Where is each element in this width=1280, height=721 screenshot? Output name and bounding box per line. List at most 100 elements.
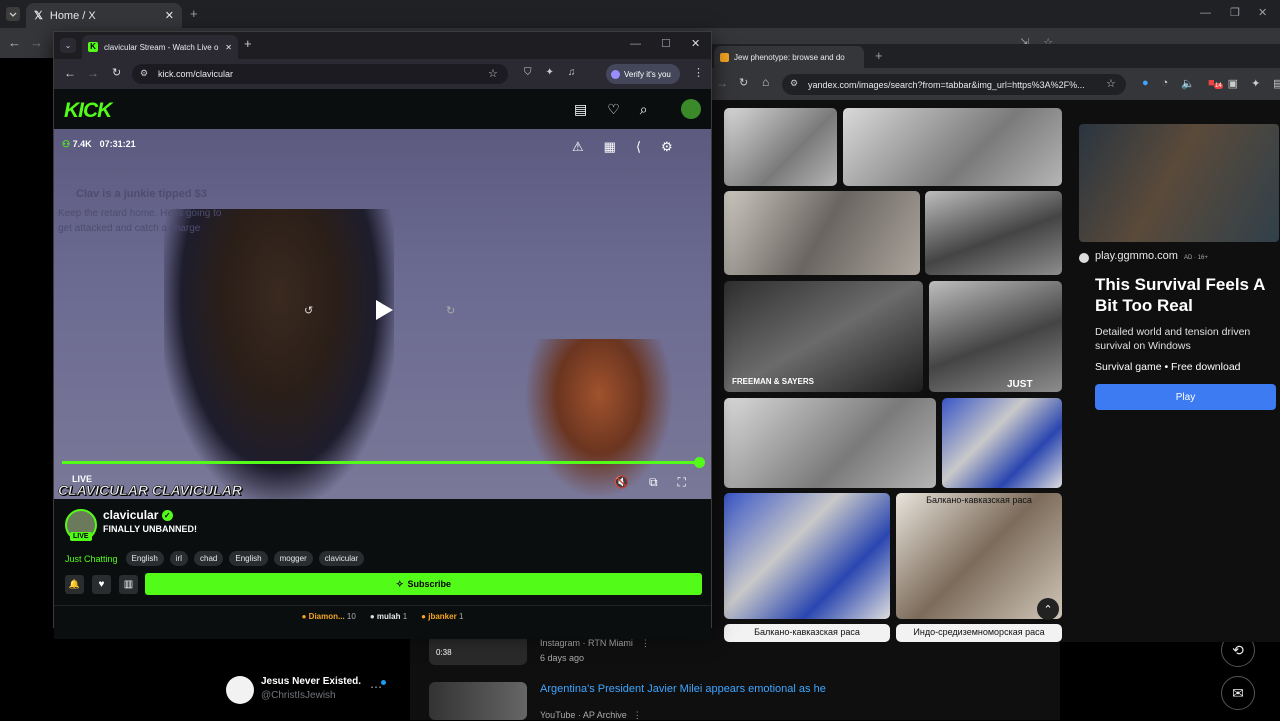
copilot-icon[interactable]: ◔ (1162, 77, 1169, 90)
tag[interactable]: clavicular (318, 551, 365, 566)
result-image[interactable] (724, 191, 920, 275)
verify-button[interactable]: Verify it's you (606, 64, 680, 84)
back-icon[interactable]: ← (8, 35, 21, 50)
result-image[interactable]: Балкано-кавказская раса (724, 624, 890, 642)
post-author[interactable]: Jesus Never Existed. (261, 676, 361, 687)
result-image[interactable] (724, 398, 936, 488)
gifter-item[interactable]: ● mulah 1 (370, 612, 407, 621)
close-icon[interactable]: ✕ (225, 43, 232, 52)
mute-icon[interactable]: 🔇 (614, 475, 629, 490)
gift-button[interactable]: ▥ (119, 575, 138, 594)
ad-play-button[interactable]: Play (1095, 384, 1276, 410)
result-image[interactable] (843, 108, 1062, 186)
notify-button[interactable]: 🔔 (65, 575, 84, 594)
back-icon[interactable]: ← (64, 66, 76, 80)
result-image[interactable]: FREEMAN & SAYERS (724, 281, 923, 392)
extensions-icon[interactable]: ✦ (546, 67, 554, 78)
edge-icon[interactable]: ● (1142, 77, 1149, 90)
ad-domain[interactable]: play.ggmmo.com AD · 16+ (1095, 250, 1208, 262)
new-tab-icon[interactable]: + (190, 6, 198, 21)
messages-icon[interactable]: ✉ (1221, 676, 1255, 710)
tab-search-icon[interactable] (6, 7, 20, 21)
maximize-icon[interactable]: ❐ (1230, 6, 1240, 19)
site-info-icon[interactable]: ⚙ (790, 78, 798, 89)
tag[interactable]: irl (169, 551, 188, 566)
pip-icon[interactable]: ⧉ (649, 475, 658, 490)
result-image[interactable] (724, 108, 837, 186)
tag[interactable]: English (229, 551, 268, 566)
tab-list-icon[interactable]: ⌄ (60, 38, 76, 53)
menu-icon[interactable]: ⋮ (693, 66, 704, 79)
forward-icon[interactable]: → (87, 66, 99, 80)
channel-name[interactable]: clavicular ✓ (103, 508, 173, 522)
close-window-icon[interactable]: ✕ (691, 37, 700, 50)
follow-button[interactable]: ♥ (92, 575, 111, 594)
tag[interactable]: mogger (273, 551, 313, 566)
subscribe-button[interactable]: ✧ Subscribe (145, 573, 702, 595)
clip-icon[interactable]: ▦ (604, 139, 616, 155)
category-link[interactable]: Just Chatting (65, 554, 118, 564)
kick-url-field[interactable]: ⚙ kick.com/clavicular ☆ (132, 64, 508, 84)
minimize-icon[interactable]: — (1200, 7, 1211, 19)
yandex-url-field[interactable]: ⚙ yandex.com/images/search?from=tabbar&i… (782, 74, 1126, 95)
result-image[interactable]: Балкано-кавказская раса (896, 493, 1062, 619)
site-info-icon[interactable]: ⚙ (140, 68, 148, 79)
home-icon[interactable]: ⌂ (762, 75, 769, 89)
settings-icon[interactable]: ⚙ (661, 139, 673, 155)
more-icon[interactable]: ⋮ (633, 710, 642, 721)
reader-icon[interactable]: ▣ (1228, 77, 1238, 90)
star-icon[interactable]: ☆ (488, 67, 498, 80)
avatar[interactable] (681, 99, 701, 119)
reload-icon[interactable]: ↻ (739, 76, 748, 89)
heart-icon[interactable]: ♡ (607, 101, 620, 118)
yandex-tab[interactable]: Jew phenotype: browse and do (714, 46, 864, 68)
media-icon[interactable]: ♫ (568, 67, 576, 78)
rewind-icon[interactable]: ↺ (304, 304, 313, 317)
forward-icon[interactable]: → (716, 76, 728, 90)
video-title[interactable]: Argentina's President Javier Milei appea… (540, 683, 826, 695)
progress-bar[interactable] (62, 461, 702, 464)
following-icon[interactable]: ▤ (574, 101, 587, 118)
progress-knob[interactable] (694, 457, 705, 468)
new-tab-icon[interactable]: + (875, 48, 883, 63)
result-image[interactable]: Индо-средиземноморская раса (896, 624, 1062, 642)
avatar[interactable] (226, 676, 254, 704)
fullscreen-icon[interactable]: ⛶ (678, 475, 686, 490)
result-image[interactable]: JUST (929, 281, 1062, 392)
speaker-icon[interactable]: 🔈 (1181, 77, 1195, 90)
extensions-icon[interactable]: ✦ (1251, 77, 1260, 90)
forward-icon[interactable]: → (30, 35, 43, 50)
sidebar-icon[interactable]: ▤ (1273, 77, 1280, 90)
close-icon[interactable]: ✕ (165, 9, 174, 22)
close-window-icon[interactable]: ✕ (1258, 6, 1267, 19)
result-image[interactable] (925, 191, 1062, 275)
result-image[interactable] (724, 493, 890, 619)
tag[interactable]: English (125, 551, 164, 566)
report-icon[interactable]: ⚠ (572, 139, 584, 155)
video-thumbnail[interactable] (429, 682, 527, 720)
play-icon[interactable] (374, 299, 394, 321)
minimize-icon[interactable]: — (630, 38, 641, 50)
tag[interactable]: chad (194, 551, 224, 566)
ad-title[interactable]: This Survival Feels A Bit Too Real (1095, 274, 1279, 316)
shield-icon[interactable]: ⛉ (524, 67, 532, 78)
star-icon[interactable]: ☆ (1106, 77, 1116, 90)
ad-image[interactable] (1079, 124, 1279, 242)
reload-icon[interactable]: ↻ (112, 66, 121, 79)
new-tab-icon[interactable]: + (244, 36, 252, 51)
more-icon[interactable]: ⋮ (641, 638, 650, 649)
kick-logo[interactable]: KICK (64, 99, 112, 123)
scroll-top-icon[interactable]: ⌃ (1037, 598, 1059, 620)
share-icon[interactable]: ⟨ (636, 139, 641, 155)
kick-tab[interactable]: K clavicular Stream - Watch Live o ✕ (82, 35, 238, 59)
gifter-item[interactable]: ● jbanker 1 (421, 612, 463, 621)
gifter-item[interactable]: ● Diamon... 10 (302, 612, 356, 621)
extension-badge-icon[interactable]: ■ 14 (1208, 77, 1223, 90)
forward-skip-icon[interactable]: ↻ (446, 304, 455, 317)
result-image[interactable] (942, 398, 1062, 488)
video-player[interactable]: ⚇ 7.4K 07:31:21 ⚠ ▦ ⟨ ⚙ Clav is a junkie… (54, 129, 711, 499)
search-icon[interactable]: ⌕ (640, 101, 648, 118)
maximize-icon[interactable]: ☐ (661, 37, 671, 50)
post-handle[interactable]: @ChristIsJewish (261, 690, 336, 701)
x-tab[interactable]: 𝕏 Home / X ✕ (26, 3, 182, 28)
